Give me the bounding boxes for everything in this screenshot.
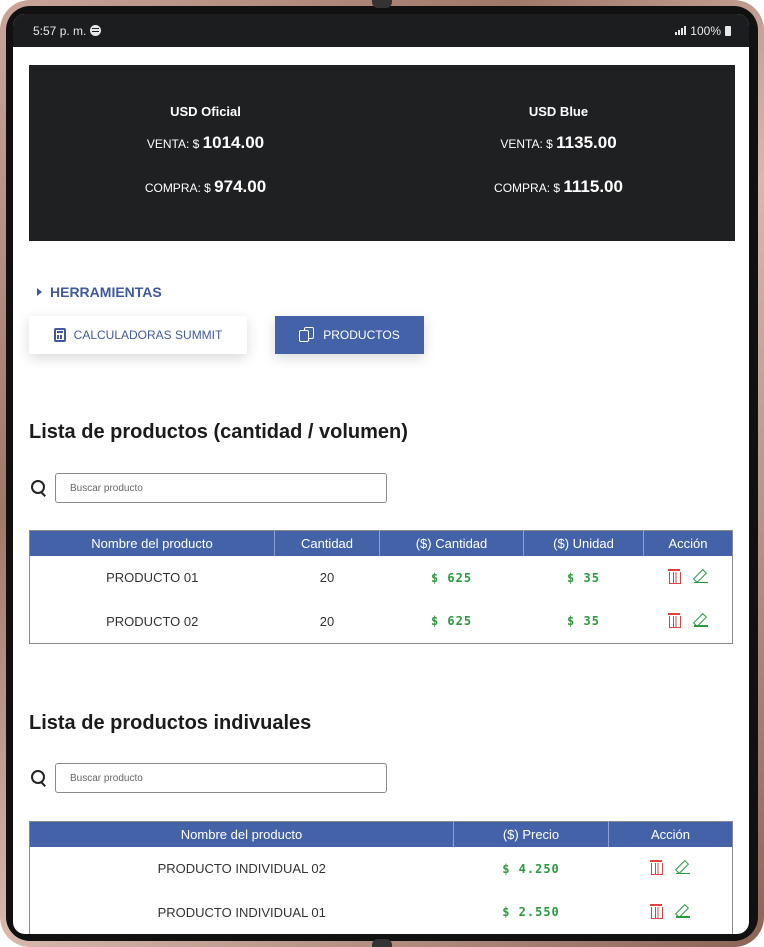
volume-products-table: Nombre del producto Cantidad ($) Cantida… (29, 530, 733, 644)
compra-value: 1115.00 (563, 177, 623, 196)
cell-quantity: 20 (319, 570, 335, 585)
volume-search-row (31, 473, 387, 503)
table-body: PRODUCTO INDIVIDUAL 02 $ 4.250 PRODUCTO … (30, 847, 733, 935)
tools-toggle[interactable]: HERRAMIENTAS (37, 284, 162, 300)
col-header-total: ($) Cantidad (379, 530, 524, 556)
compra-value: 974.00 (214, 177, 267, 196)
status-left: 5:57 p. m. (33, 23, 102, 38)
trash-icon[interactable] (650, 860, 664, 875)
cell-price: $ 4.250 (502, 861, 560, 876)
table-row: PRODUCTO 02 20 $ 625 $ 35 (30, 600, 733, 644)
table-row: PRODUCTO INDIVIDUAL 02 $ 4.250 (30, 847, 733, 891)
table-row: PRODUCTO 01 20 $ 625 $ 35 (30, 556, 733, 600)
battery-icon (725, 25, 731, 36)
products-button[interactable]: PRODUCTOS (275, 316, 424, 354)
rate-blue: USD Blue VENTA: $ 1135.00 COMPRA: $ 1115… (382, 65, 735, 241)
trash-icon[interactable] (650, 903, 664, 919)
col-header-unit: ($) Unidad (523, 530, 644, 556)
copy-icon (299, 327, 315, 343)
row-actions (667, 612, 708, 628)
rate-compra: COMPRA: $ 974.00 (29, 177, 382, 197)
volume-section-title: Lista de productos (cantidad / volumen) (29, 421, 408, 443)
screen: 5:57 p. m. 100% USD Oficial VENTA: $ 101… (13, 14, 749, 934)
cell-actions (609, 891, 733, 935)
cell-actions (609, 847, 733, 891)
cell-actions (644, 556, 733, 600)
venta-label: VENTA: $ (500, 137, 553, 151)
individual-search-input[interactable] (55, 763, 387, 793)
table-row: PRODUCTO INDIVIDUAL 01 $ 2.550 (30, 891, 733, 935)
col-header-action: Acción (668, 535, 708, 551)
tools-toggle-label: HERRAMIENTAS (50, 284, 162, 300)
status-right: 100% (675, 24, 731, 38)
calculators-button[interactable]: CALCULADORAS SUMMIT (29, 316, 247, 354)
cell-name: PRODUCTO INDIVIDUAL 01 (157, 904, 326, 920)
rate-venta: VENTA: $ 1135.00 (382, 133, 735, 153)
cell-unit: $ 35 (567, 570, 600, 585)
caret-right-icon (37, 288, 42, 296)
rate-oficial: USD Oficial VENTA: $ 1014.00 COMPRA: $ 9… (29, 65, 382, 241)
edit-icon[interactable] (676, 860, 691, 874)
venta-label: VENTA: $ (146, 137, 200, 151)
col-header-name: Nombre del producto (29, 530, 275, 556)
individual-section-title: Lista de productos indivuales (29, 712, 312, 734)
edit-icon[interactable] (693, 613, 708, 627)
cell-quantity: 20 (319, 613, 335, 629)
venta-value: 1014.00 (202, 133, 265, 152)
status-time: 5:57 p. m. (33, 23, 87, 38)
trash-icon[interactable] (667, 612, 681, 628)
products-button-label: PRODUCTOS (323, 328, 400, 342)
cell-total: $ 625 (430, 614, 473, 629)
edit-icon[interactable] (693, 569, 708, 583)
col-header-quantity: Cantidad (274, 530, 380, 556)
row-actions (667, 569, 708, 584)
col-header-action: Acción (650, 826, 691, 842)
search-icon (31, 480, 47, 496)
table-header: Nombre del producto ($) Precio Acción (29, 821, 733, 847)
hinge-top (372, 0, 392, 8)
compra-label: COMPRA: $ (144, 181, 211, 195)
row-actions (650, 860, 691, 875)
hinge-bottom (372, 939, 392, 947)
individual-products-table: Nombre del producto ($) Precio Acción PR… (29, 821, 733, 934)
compra-label: COMPRA: $ (494, 181, 561, 195)
rate-compra: COMPRA: $ 1115.00 (382, 177, 735, 197)
cell-name: PRODUCTO INDIVIDUAL 02 (157, 861, 326, 876)
table-header: Nombre del producto Cantidad ($) Cantida… (29, 530, 733, 556)
table-body: PRODUCTO 01 20 $ 625 $ 35 PRODUCTO 02 20… (30, 556, 733, 644)
trash-icon[interactable] (667, 569, 681, 584)
cell-name: PRODUCTO 02 (106, 613, 199, 629)
rates-banner: USD Oficial VENTA: $ 1014.00 COMPRA: $ 9… (29, 65, 735, 241)
rate-title: USD Blue (528, 104, 589, 119)
volume-search-input[interactable] (55, 473, 387, 503)
status-bar: 5:57 p. m. 100% (13, 14, 749, 47)
calculator-icon (53, 328, 66, 342)
signal-icon (675, 26, 687, 35)
search-icon (31, 770, 47, 786)
table-header-row: Nombre del producto Cantidad ($) Cantida… (29, 530, 733, 556)
rate-venta: VENTA: $ 1014.00 (29, 133, 382, 153)
venta-value: 1135.00 (556, 133, 617, 152)
individual-search-row (31, 763, 387, 793)
calculators-button-label: CALCULADORAS SUMMIT (73, 328, 223, 342)
cell-name: PRODUCTO 01 (106, 570, 199, 585)
rate-title: USD Oficial (170, 104, 241, 119)
row-actions (650, 903, 691, 919)
cell-price: $ 2.550 (502, 905, 560, 920)
spotify-icon (90, 25, 102, 36)
cell-unit: $ 35 (567, 614, 600, 629)
col-header-name: Nombre del producto (29, 821, 454, 847)
cell-total: $ 625 (430, 570, 473, 585)
table-header-row: Nombre del producto ($) Precio Acción (29, 821, 733, 847)
cell-actions (644, 600, 733, 644)
col-header-price: ($) Precio (453, 821, 609, 847)
edit-icon[interactable] (676, 904, 691, 918)
battery-percent: 100% (690, 23, 721, 38)
